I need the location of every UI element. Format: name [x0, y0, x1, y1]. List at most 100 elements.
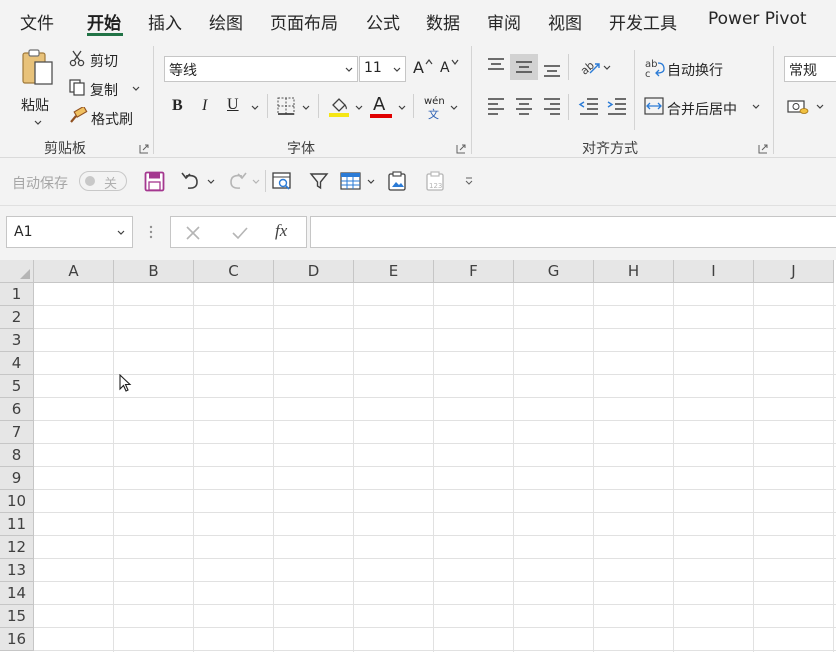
row-header-12[interactable]: 12: [0, 536, 34, 559]
tab-home[interactable]: 开始: [87, 9, 121, 34]
dialog-launcher-icon[interactable]: [456, 144, 466, 154]
orientation-icon[interactable]: ab: [578, 55, 602, 77]
column-header-g[interactable]: G: [514, 260, 594, 283]
tab-view[interactable]: 视图: [548, 9, 582, 34]
align-middle-button[interactable]: [510, 54, 538, 80]
chevron-down-icon: [345, 67, 353, 72]
column-header-j[interactable]: J: [754, 260, 834, 283]
tab-page-layout[interactable]: 页面布局: [270, 9, 338, 34]
align-top-icon[interactable]: [486, 57, 506, 75]
enter-icon[interactable]: [231, 225, 249, 241]
underline-button[interactable]: U: [227, 96, 239, 114]
row-header-8[interactable]: 8: [0, 444, 34, 467]
paste-picture-icon[interactable]: [386, 170, 408, 192]
row-header-1[interactable]: 1: [0, 283, 34, 306]
number-format-combo[interactable]: 常规: [784, 56, 836, 82]
font-name-combo[interactable]: 等线: [164, 56, 358, 82]
row-header-6[interactable]: 6: [0, 398, 34, 421]
align-right-icon[interactable]: [542, 97, 562, 115]
row-header-13[interactable]: 13: [0, 559, 34, 582]
fill-color-icon[interactable]: [328, 95, 350, 117]
row-header-2[interactable]: 2: [0, 306, 34, 329]
formula-input[interactable]: [310, 216, 836, 248]
save-icon[interactable]: [144, 171, 165, 192]
cancel-icon[interactable]: [185, 225, 201, 241]
paste-button[interactable]: 粘贴: [14, 46, 60, 130]
row-header-7[interactable]: 7: [0, 421, 34, 444]
chevron-down-icon[interactable]: [367, 179, 375, 185]
borders-icon[interactable]: [276, 97, 296, 115]
decrease-font-button[interactable]: A: [439, 56, 461, 80]
format-painter-button[interactable]: 格式刷: [68, 106, 142, 128]
tab-data[interactable]: 数据: [426, 9, 460, 34]
chevron-down-icon[interactable]: [355, 105, 363, 111]
name-box[interactable]: A1: [6, 216, 133, 248]
chevron-down-icon[interactable]: [603, 65, 611, 71]
tab-review[interactable]: 审阅: [487, 9, 521, 34]
merge-center-button[interactable]: 合并后居中: [644, 95, 744, 119]
row-header-15[interactable]: 15: [0, 605, 34, 628]
copy-button[interactable]: 复制: [68, 77, 144, 99]
align-left-icon[interactable]: [486, 97, 506, 115]
chevron-down-icon[interactable]: [398, 105, 406, 111]
dialog-launcher-icon[interactable]: [758, 144, 768, 154]
chevron-down-icon[interactable]: [816, 104, 824, 110]
wrap-text-button[interactable]: ab c 自动换行: [644, 56, 734, 80]
chevron-down-icon[interactable]: [207, 179, 215, 185]
cut-button[interactable]: 剪切: [68, 48, 128, 70]
chevron-down-icon[interactable]: [117, 230, 125, 236]
row-header-5[interactable]: 5: [0, 375, 34, 398]
decrease-indent-icon[interactable]: [578, 97, 600, 115]
accounting-format-icon[interactable]: [786, 98, 810, 116]
font-size-combo[interactable]: 11: [359, 56, 406, 82]
chevron-down-icon[interactable]: [302, 105, 310, 111]
align-center-icon[interactable]: [514, 97, 534, 115]
tab-power-pivot[interactable]: Power Pivot: [708, 9, 807, 29]
tab-draw[interactable]: 绘图: [209, 9, 243, 34]
italic-button[interactable]: I: [202, 97, 207, 115]
increase-font-button[interactable]: A: [412, 56, 434, 80]
redo-icon[interactable]: [226, 170, 248, 192]
row-header-10[interactable]: 10: [0, 490, 34, 513]
column-header-b[interactable]: B: [114, 260, 194, 283]
tab-file[interactable]: 文件: [20, 9, 54, 34]
resize-handle-icon[interactable]: [148, 224, 154, 240]
column-header-c[interactable]: C: [194, 260, 274, 283]
svg-text:123: 123: [429, 182, 442, 190]
chevron-down-icon[interactable]: [752, 104, 760, 110]
column-header-a[interactable]: A: [34, 260, 114, 283]
insert-function-button[interactable]: fx: [275, 221, 287, 241]
chevron-down-icon[interactable]: [251, 105, 259, 111]
select-all-corner[interactable]: [0, 260, 34, 283]
row-header-4[interactable]: 4: [0, 352, 34, 375]
chevron-down-icon[interactable]: [450, 105, 458, 111]
customize-toolbar-icon[interactable]: [464, 176, 474, 186]
dialog-launcher-icon[interactable]: [139, 144, 149, 154]
tab-formulas[interactable]: 公式: [366, 9, 400, 34]
row-header-11[interactable]: 11: [0, 513, 34, 536]
column-header-e[interactable]: E: [354, 260, 434, 283]
column-header-d[interactable]: D: [274, 260, 354, 283]
align-bottom-icon[interactable]: [542, 60, 562, 78]
print-preview-icon[interactable]: [271, 170, 293, 192]
column-header-f[interactable]: F: [434, 260, 514, 283]
row-header-9[interactable]: 9: [0, 467, 34, 490]
row-header-16[interactable]: 16: [0, 628, 34, 651]
autosave-toggle[interactable]: 关: [79, 171, 127, 192]
increase-indent-icon[interactable]: [606, 97, 628, 115]
filter-icon[interactable]: [309, 171, 329, 191]
cell-area[interactable]: [34, 283, 836, 652]
row-header-3[interactable]: 3: [0, 329, 34, 352]
tab-developer[interactable]: 开发工具: [609, 9, 677, 34]
table-format-icon[interactable]: [339, 170, 363, 192]
column-header-h[interactable]: H: [594, 260, 674, 283]
bold-button[interactable]: B: [172, 97, 183, 115]
tab-insert[interactable]: 插入: [148, 9, 182, 34]
chevron-down-icon[interactable]: [252, 179, 260, 185]
font-color-button[interactable]: A: [369, 94, 393, 118]
row-header-14[interactable]: 14: [0, 582, 34, 605]
undo-icon[interactable]: [180, 170, 202, 192]
column-header-i[interactable]: I: [674, 260, 754, 283]
phonetic-guide-button[interactable]: wén 文: [420, 94, 446, 121]
paste-values-icon[interactable]: 123: [424, 170, 446, 192]
